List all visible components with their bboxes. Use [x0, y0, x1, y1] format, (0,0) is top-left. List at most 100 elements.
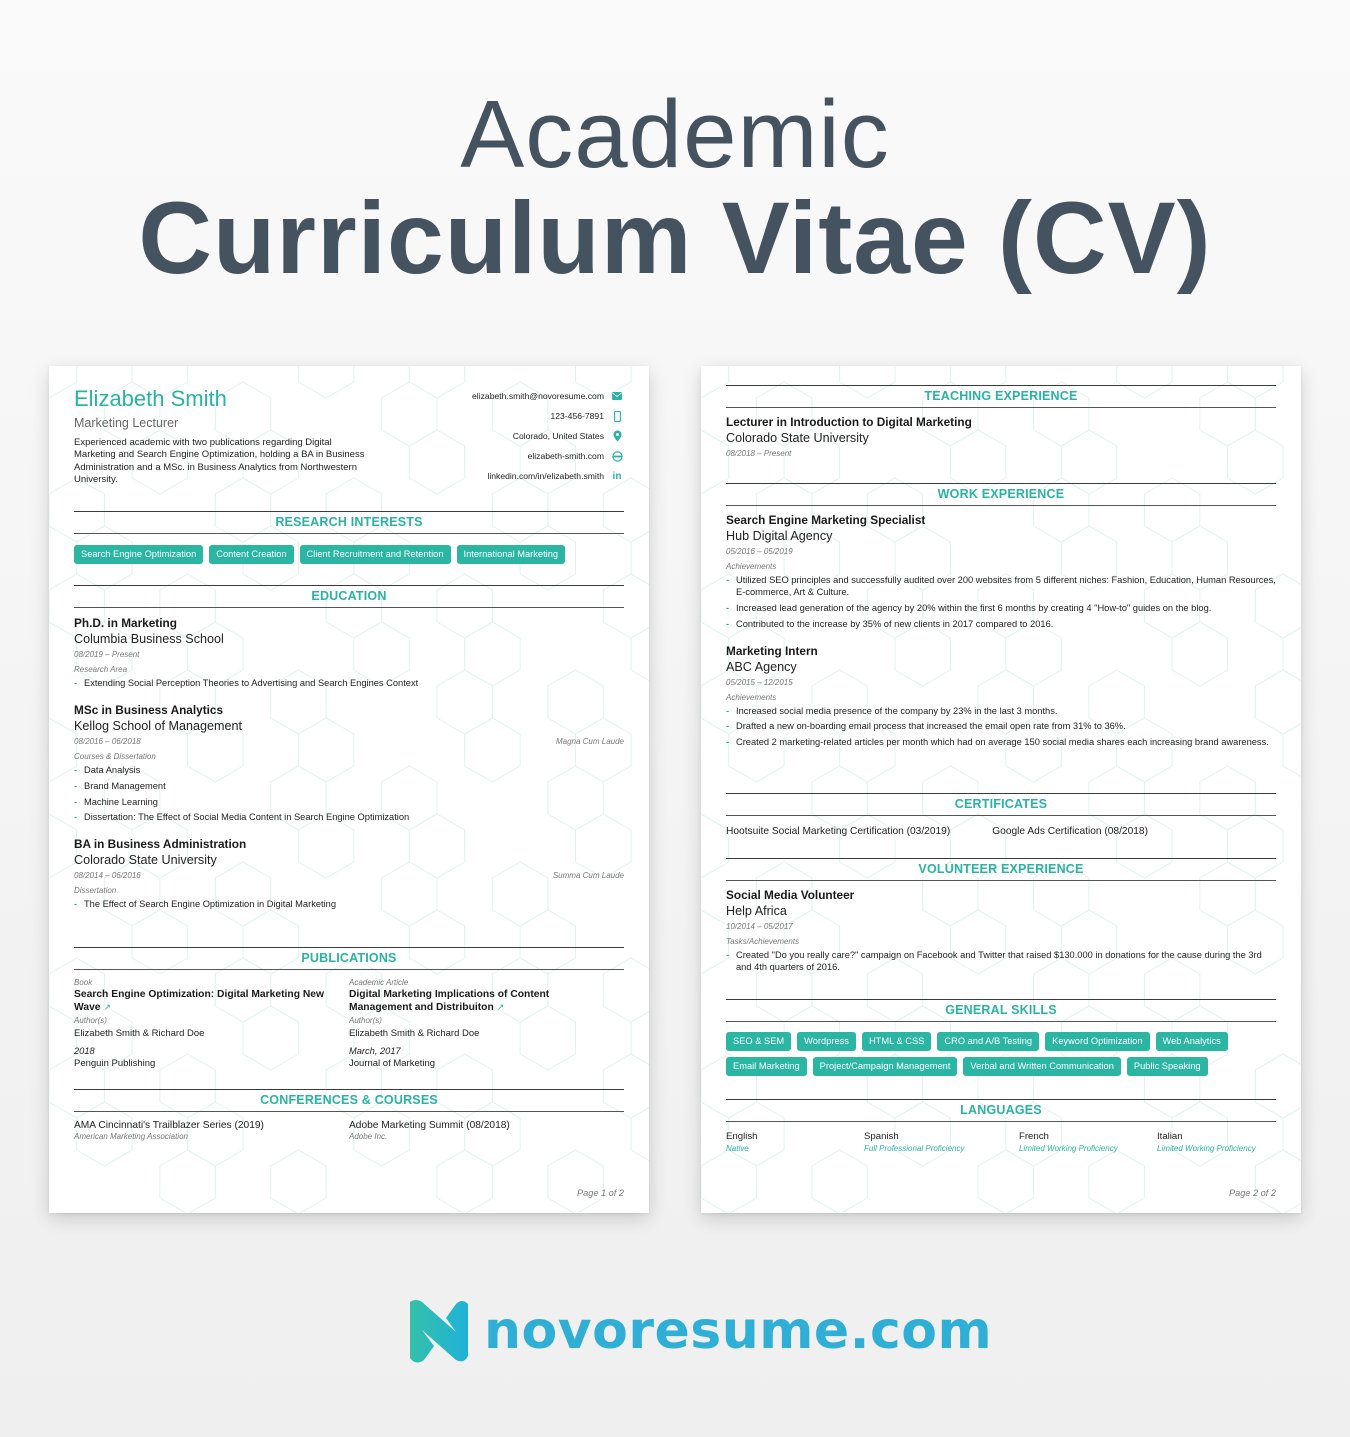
language-level: Limited Working Proficiency: [1157, 1144, 1256, 1153]
conference-item: AMA Cincinnati's Trailblazer Series (201…: [74, 1119, 349, 1141]
skill-tag: HTML & CSS: [861, 1032, 932, 1051]
bullet-item: Dissertation: The Effect of Social Media…: [74, 811, 624, 823]
hexagon-shape: [701, 813, 730, 879]
location-pin-icon: [610, 430, 624, 442]
publication-type: Academic Article: [349, 978, 409, 987]
organization: Help Africa: [726, 904, 787, 918]
teaching-section: TEACHING EXPERIENCE Lecturer in Introduc…: [726, 385, 1276, 461]
section-heading: TEACHING EXPERIENCE: [726, 385, 1276, 408]
publication-title[interactable]: Digital Marketing Implications of Conten…: [349, 989, 614, 1014]
hexagon-shape: [49, 717, 78, 783]
hero-title-line2: Curriculum Vitae (CV): [138, 181, 1212, 295]
entry-label: Tasks/Achievements: [726, 937, 800, 946]
dates: 08/2014 – 06/2016: [74, 871, 141, 881]
education-section: EDUCATION Ph.D. in Marketing Columbia Bu…: [74, 585, 624, 914]
language-name: French: [1019, 1131, 1049, 1142]
contact-linkedin[interactable]: linkedin.com/in/elizabeth.smith in: [472, 466, 624, 486]
skill-tag: Verbal and Written Communication: [963, 1057, 1121, 1076]
language-item: English Native: [726, 1131, 864, 1155]
section-heading: VOLUNTEER EXPERIENCE: [726, 858, 1276, 881]
conference-item: Adobe Marketing Summit (08/2018) Adobe I…: [349, 1119, 624, 1141]
language-name: Spanish: [864, 1131, 899, 1142]
language-item: Italian Limited Working Proficiency: [1157, 1131, 1256, 1155]
hexagon-shape: [1282, 627, 1301, 681]
language-level: Native: [726, 1144, 749, 1153]
bullet-item: Drafted a new on-boarding email process …: [726, 720, 1276, 732]
phone-icon: [610, 410, 624, 422]
publisher: Journal of Marketing: [349, 1058, 436, 1069]
degree-title: BA in Business Administration: [74, 837, 247, 852]
certificate-item: Hootsuite Social Marketing Certification…: [726, 826, 951, 837]
dates: 08/2019 – Present: [74, 650, 140, 659]
conference-org: Adobe Inc.: [349, 1132, 388, 1141]
job-title: Marketing Intern: [726, 643, 818, 658]
novoresume-logo[interactable]: novoresume.com: [404, 1298, 992, 1364]
skill-tag: Project/Campaign Management: [812, 1057, 958, 1076]
contact-list: elizabeth.smith@novoresume.com 123-456-7…: [472, 386, 624, 486]
job-title: Search Engine Marketing Specialist: [726, 513, 926, 527]
language-name: Italian: [1157, 1131, 1183, 1142]
research-interests-section: RESEARCH INTERESTS Search Engine Optimiz…: [74, 511, 624, 564]
contact-website-text[interactable]: elizabeth-smith.com: [528, 451, 604, 461]
publication-title[interactable]: Search Engine Optimization: Digital Mark…: [74, 989, 339, 1014]
conference-title: Adobe Marketing Summit (08/2018): [349, 1120, 510, 1131]
bullet-item: Extending Social Perception Theories to …: [74, 677, 624, 689]
section-heading: PUBLICATIONS: [74, 947, 624, 970]
bullet-item: Data Analysis: [74, 764, 624, 776]
honor: Summa Cum Laude: [552, 871, 624, 881]
section-heading: CERTIFICATES: [726, 793, 1276, 816]
bullet-item: Created "Do you really care?" campaign o…: [726, 949, 1276, 973]
contact-email[interactable]: elizabeth.smith@novoresume.com: [472, 386, 624, 406]
contact-location: Colorado, United States: [472, 426, 624, 446]
external-link-icon[interactable]: ↗: [104, 1002, 112, 1012]
research-tag: Search Engine Optimization: [74, 545, 204, 564]
conferences-section: CONFERENCES & COURSES AMA Cincinnati's T…: [74, 1089, 624, 1141]
entry-label: Research Area: [74, 665, 128, 674]
dates: 08/2018 – Present: [726, 449, 792, 458]
cv-page-1: Elizabeth Smith Marketing Lecturer Exper…: [49, 366, 649, 1213]
skill-tag: SEO & SEM: [726, 1032, 792, 1051]
entry-label: Achievements: [726, 562, 777, 571]
work-entry: Search Engine Marketing Specialist Hub D…: [726, 513, 1276, 630]
organization: Colorado State University: [726, 431, 869, 445]
publication-date: March, 2017: [349, 1046, 401, 1056]
research-tag: Content Creation: [209, 545, 294, 564]
skill-tag: Web Analytics: [1155, 1032, 1228, 1051]
publisher: Penguin Publishing: [74, 1058, 156, 1069]
languages-section: LANGUAGES English Native Spanish Full Pr…: [726, 1099, 1276, 1155]
language-name: English: [726, 1131, 758, 1142]
hexagon-shape: [630, 1107, 649, 1161]
logo-text: novoresume.com: [484, 1301, 993, 1361]
page-number: Page 2 of 2: [1229, 1188, 1276, 1198]
page-number: Page 1 of 2: [577, 1188, 624, 1198]
dates: 05/2015 – 12/2015: [726, 677, 793, 687]
external-link-icon[interactable]: ↗: [497, 1002, 505, 1012]
organization: ABC Agency: [726, 659, 797, 674]
education-entry: MSc in Business Analytics Kellog School …: [74, 703, 624, 823]
section-heading: LANGUAGES: [726, 1099, 1276, 1122]
publication-type: Book: [74, 978, 93, 987]
language-level: Limited Working Proficiency: [1019, 1144, 1118, 1153]
institution: Columbia Business School: [74, 632, 224, 646]
general-skills-section: GENERAL SKILLS SEO & SEM Wordpress HTML …: [726, 999, 1276, 1076]
skill-tag: Keyword Optimization: [1045, 1032, 1150, 1051]
section-heading: GENERAL SKILLS: [726, 999, 1276, 1022]
contact-phone-text[interactable]: 123-456-7891: [550, 411, 604, 421]
organization: Hub Digital Agency: [726, 529, 833, 543]
education-entry: Ph.D. in Marketing Columbia Business Sch…: [74, 616, 624, 689]
candidate-name: Elizabeth Smith: [74, 386, 227, 411]
work-entry: Marketing Intern ABC Agency 05/2015 – 12…: [726, 644, 1276, 749]
bullet-item: Utilized SEO principles and successfully…: [726, 574, 1276, 598]
conference-org: American Marketing Association: [74, 1132, 188, 1141]
contact-email-text[interactable]: elizabeth.smith@novoresume.com: [472, 391, 604, 401]
contact-website[interactable]: elizabeth-smith.com: [472, 446, 624, 466]
education-entry: BA in Business Administration Colorado S…: [74, 837, 624, 910]
research-tags: Search Engine Optimization Content Creat…: [74, 545, 624, 564]
language-item: Spanish Full Professional Proficiency: [864, 1131, 1019, 1155]
dates: 08/2016 – 06/2018: [74, 737, 141, 746]
contact-phone[interactable]: 123-456-7891: [472, 406, 624, 426]
contact-linkedin-text[interactable]: linkedin.com/in/elizabeth.smith: [487, 471, 604, 481]
dates: 10/2014 – 05/2017: [726, 922, 793, 931]
publication-item: Book Search Engine Optimization: Digital…: [74, 976, 349, 1071]
degree-title: Ph.D. in Marketing: [74, 616, 177, 630]
